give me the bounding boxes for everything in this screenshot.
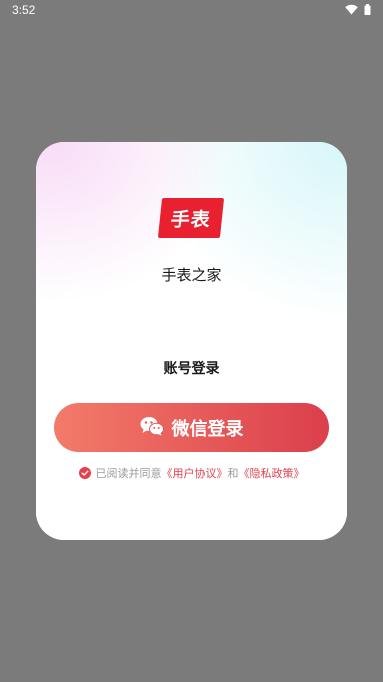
app-logo-text: 手表 bbox=[169, 208, 212, 231]
app-name: 手表之家 bbox=[161, 266, 222, 284]
user-agreement-link[interactable]: 《用户协议》 bbox=[162, 465, 228, 481]
wechat-login-label: 微信登录 bbox=[171, 418, 244, 440]
status-icons bbox=[345, 4, 371, 15]
agreement-row: 已阅读并同意 《用户协议》 和 《隐私政策》 bbox=[36, 465, 347, 481]
status-bar: 3:52 bbox=[0, 0, 383, 24]
status-time: 3:52 bbox=[12, 3, 36, 17]
agreement-and: 和 bbox=[227, 467, 239, 480]
wechat-icon bbox=[140, 416, 164, 440]
agreement-prefix: 已阅读并同意 bbox=[95, 467, 162, 480]
agreement-checkbox-icon[interactable] bbox=[78, 467, 91, 479]
app-logo-mark: 手表 bbox=[157, 198, 225, 238]
wechat-login-button[interactable]: 微信登录 bbox=[54, 403, 329, 452]
login-dialog: 手表 手表之家 账号登录 微信登录 已阅读并同意 《用户协议》 和 《隐私政策》 bbox=[36, 142, 347, 540]
wifi-icon bbox=[345, 4, 358, 15]
battery-icon bbox=[364, 4, 371, 15]
privacy-policy-link[interactable]: 《隐私政策》 bbox=[239, 465, 305, 481]
app-logo: 手表 bbox=[157, 194, 225, 242]
account-login-link[interactable]: 账号登录 bbox=[36, 358, 347, 378]
